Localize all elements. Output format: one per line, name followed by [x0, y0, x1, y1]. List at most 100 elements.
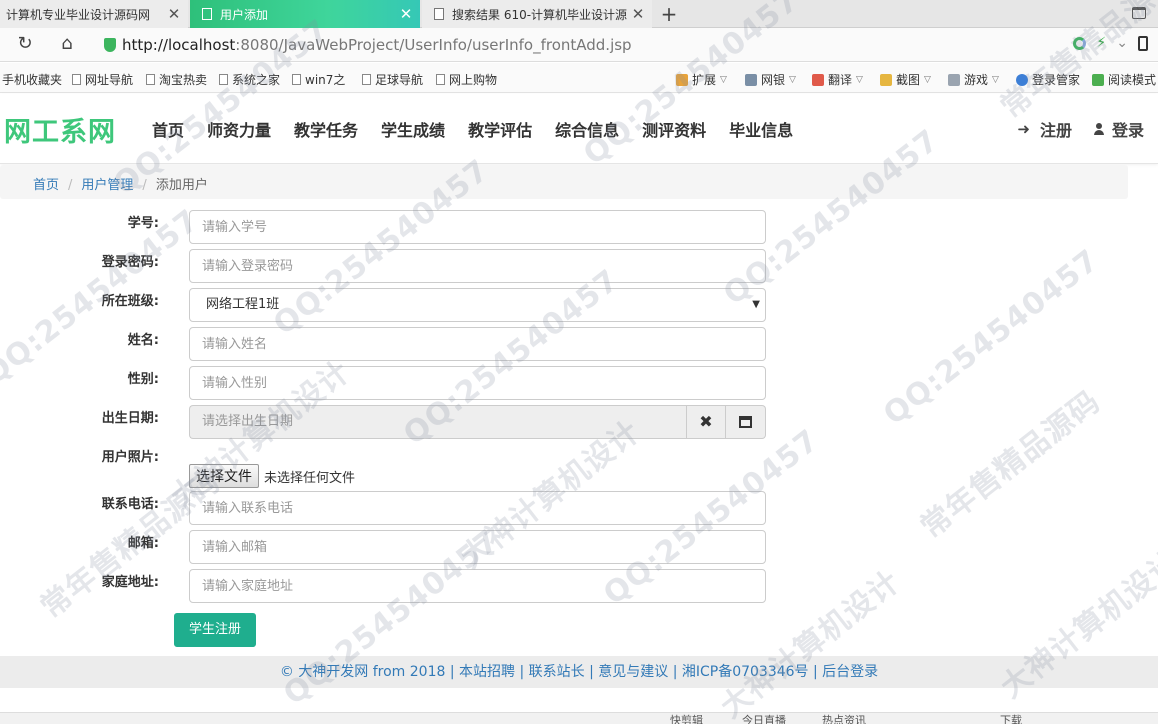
url-host: http://localhost: [122, 36, 236, 54]
toolbar-extensions[interactable]: 扩展 ▽: [676, 71, 727, 88]
page-icon: [72, 74, 81, 85]
close-icon: ✖: [699, 412, 713, 431]
url-field[interactable]: http://localhost:8080/JavaWebProject/Use…: [122, 36, 632, 54]
chevron-down-icon: ▽: [992, 74, 999, 85]
tab-source-site[interactable]: 计算机专业毕业设计源码网 ✕: [0, 0, 188, 28]
form-row-class: 所在班级: 网络工程1班 ▼: [0, 288, 770, 322]
url-path: :8080/JavaWebProject/UserInfo/userInfo_f…: [235, 36, 632, 54]
status-quick-edit[interactable]: 快剪辑: [670, 713, 703, 724]
class-select[interactable]: 网络工程1班 ▼: [189, 288, 766, 322]
page-icon: [292, 74, 301, 85]
chevron-down-icon[interactable]: ⌄: [1116, 35, 1128, 51]
home-icon[interactable]: ⌂: [56, 33, 78, 55]
name-label: 姓名:: [127, 333, 159, 348]
bookmark-system[interactable]: 系统之家: [219, 71, 280, 88]
clear-date-button[interactable]: ✖: [686, 405, 726, 439]
page-icon: [436, 74, 445, 85]
name-input[interactable]: [189, 327, 766, 361]
toolbar-bank[interactable]: 网银 ▽: [745, 71, 796, 88]
tab-title: 搜索结果 610-计算机毕业设计源: [452, 7, 628, 22]
phone-label: 联系电话:: [101, 497, 159, 512]
nav-grades[interactable]: 学生成绩: [381, 117, 445, 141]
nav-assessment-docs[interactable]: 测评资料: [642, 117, 706, 141]
password-input[interactable]: [189, 249, 766, 283]
toolbar-translate[interactable]: 翻译 ▽: [812, 71, 863, 88]
toolbar-reading-mode[interactable]: 阅读模式: [1092, 71, 1156, 88]
main-nav: 首页 师资力量 教学任务 学生成绩 教学评估 综合信息 测评资料 毕业信息: [152, 94, 816, 164]
student-id-label: 学号:: [127, 216, 159, 231]
open-calendar-button[interactable]: [726, 405, 766, 439]
chevron-down-icon: ▽: [924, 74, 931, 85]
page-icon: [434, 8, 444, 20]
nav-faculty[interactable]: 师资力量: [207, 117, 271, 141]
address-input[interactable]: [189, 569, 766, 603]
birth-date-label: 出生日期:: [101, 411, 159, 426]
bookmark-shopping[interactable]: 网上购物: [436, 71, 497, 88]
shield-icon: [104, 38, 116, 52]
chevron-down-icon: ▽: [856, 74, 863, 85]
choose-file-button[interactable]: 选择文件: [189, 464, 259, 488]
status-live[interactable]: 今日直播: [742, 713, 786, 724]
translate-icon: [812, 73, 824, 86]
toolbar-screenshot[interactable]: 截图 ▽: [880, 71, 931, 88]
breadcrumb-user-management[interactable]: 用户管理: [81, 178, 133, 193]
nav-teaching-tasks[interactable]: 教学任务: [294, 117, 358, 141]
header-actions: ➜ 注册 登录: [1017, 117, 1144, 141]
bolt-icon[interactable]: ⚡: [1096, 35, 1106, 51]
bookmark-football[interactable]: 足球导航: [362, 71, 423, 88]
browser-tab-bar: 计算机专业毕业设计源码网 ✕ 用户添加 ✕ 搜索结果 610-计算机毕业设计源 …: [0, 0, 1158, 28]
gamepad-icon: [948, 73, 960, 86]
gender-label: 性别:: [127, 372, 159, 387]
calendar-icon: [739, 415, 752, 428]
page-icon: [362, 74, 371, 85]
toolbar-games[interactable]: 游戏 ▽: [948, 71, 999, 88]
email-input[interactable]: [189, 530, 766, 564]
key-icon: [1016, 73, 1028, 86]
register-link[interactable]: ➜ 注册: [1017, 117, 1072, 141]
address-bar-tools: ⚡ ⌄: [1073, 35, 1148, 51]
close-icon[interactable]: ✕: [398, 5, 414, 23]
close-icon[interactable]: ✕: [630, 5, 646, 23]
nav-general-info[interactable]: 综合信息: [555, 117, 619, 141]
form-row-birth-date: 出生日期: 请选择出生日期 ✖: [0, 405, 770, 439]
phone-icon[interactable]: [1138, 35, 1148, 51]
scissors-icon: [880, 73, 892, 86]
toolbar-login-manager[interactable]: 登录管家: [1016, 71, 1080, 88]
login-link[interactable]: 登录: [1093, 117, 1144, 141]
status-download[interactable]: 下载: [1000, 713, 1022, 724]
close-icon[interactable]: ✕: [166, 5, 182, 23]
breadcrumb-home[interactable]: 首页: [33, 178, 59, 193]
site-footer[interactable]: © 大神开发网 from 2018 | 本站招聘 | 联系站长 | 意见与建议 …: [0, 656, 1158, 688]
user-icon: [1093, 123, 1104, 135]
bookmark-nav[interactable]: 网址导航: [72, 71, 133, 88]
new-tab-icon[interactable]: +: [658, 2, 680, 26]
bank-icon: [745, 73, 757, 86]
nav-evaluation[interactable]: 教学评估: [468, 117, 532, 141]
dropdown-caret-icon: ▼: [752, 299, 760, 310]
refresh-engine-icon[interactable]: [1073, 36, 1087, 50]
phone-input[interactable]: [189, 491, 766, 525]
form-row-password: 登录密码:: [0, 249, 770, 283]
tab-title: 用户添加: [220, 7, 269, 22]
site-logo[interactable]: 网工系网: [4, 110, 116, 149]
bookmark-mobile[interactable]: 手机收藏夹: [2, 71, 62, 88]
form-row-phone: 联系电话:: [0, 491, 770, 525]
nav-home[interactable]: 首页: [152, 117, 184, 141]
password-label: 登录密码:: [101, 255, 159, 270]
tab-title: 计算机专业毕业设计源码网: [6, 7, 151, 22]
nav-graduation[interactable]: 毕业信息: [729, 117, 793, 141]
sign-in-icon: ➜: [1017, 120, 1030, 138]
tab-search-results[interactable]: 搜索结果 610-计算机毕业设计源 ✕: [422, 0, 652, 28]
reload-icon[interactable]: ↻: [14, 33, 36, 55]
photo-label: 用户照片:: [101, 450, 159, 465]
class-select-value: 网络工程1班: [206, 297, 280, 312]
gender-input[interactable]: [189, 366, 766, 400]
status-news[interactable]: 热点资讯: [822, 713, 866, 724]
bookmark-taobao[interactable]: 淘宝热卖: [146, 71, 207, 88]
student-register-button[interactable]: 学生注册: [174, 613, 256, 647]
birth-date-input[interactable]: 请选择出生日期: [189, 405, 686, 439]
bookmark-win7[interactable]: win7之: [292, 71, 345, 88]
tab-user-add[interactable]: 用户添加 ✕: [190, 0, 420, 28]
skin-icon[interactable]: [1132, 7, 1146, 19]
student-id-input[interactable]: [189, 210, 766, 244]
